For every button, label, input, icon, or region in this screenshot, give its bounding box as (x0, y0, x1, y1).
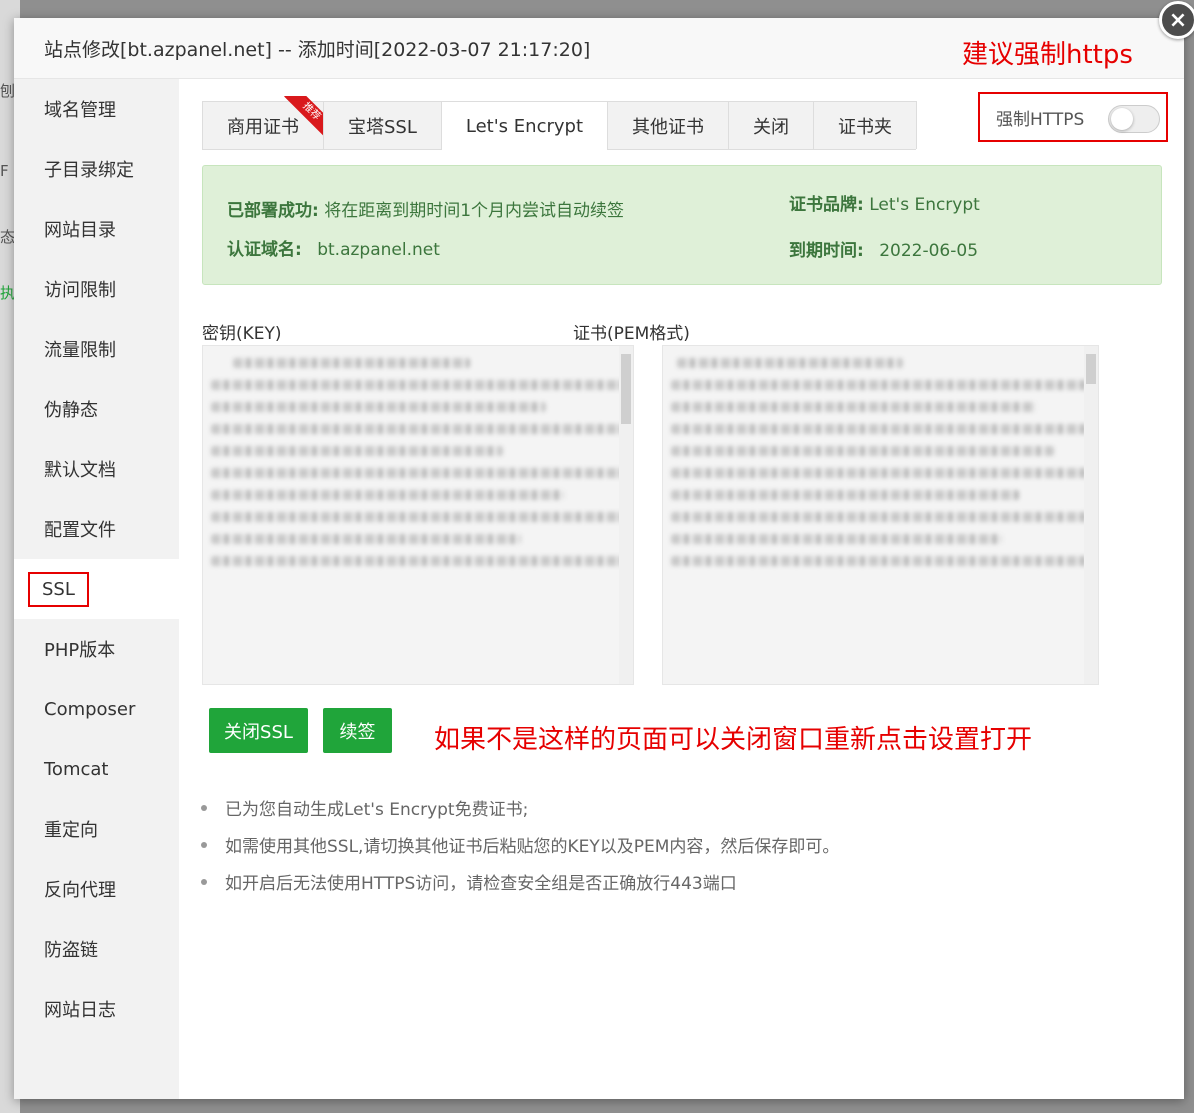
list-item: 如需使用其他SSL,请切换其他证书后粘贴您的KEY以及PEM内容，然后保存即可。 (201, 826, 839, 863)
ssl-content: 商用证书 推荐 宝塔SSL Let's Encrypt 其他证书 关闭 证书夹 … (179, 79, 1184, 1099)
force-https-control: 强制HTTPS (978, 92, 1168, 142)
brand-row: 证书品牌: Let's Encrypt (789, 190, 980, 215)
sidebar-item-ssl[interactable]: SSL (14, 559, 179, 619)
tab-commercial-cert[interactable]: 商用证书 推荐 (202, 96, 327, 149)
deployed-row: 已部署成功: 将在距离到期时间1个月内尝试自动续签 (227, 196, 624, 221)
force-https-toggle[interactable] (1108, 105, 1160, 133)
sidebar-item-php[interactable]: PHP版本 (14, 619, 179, 679)
key-scrollbar[interactable] (619, 346, 633, 684)
tab-lets-encrypt[interactable]: Let's Encrypt (440, 101, 608, 150)
tab-close[interactable]: 关闭 (728, 101, 814, 149)
expire-row: 到期时间: 2022-06-05 (789, 236, 978, 261)
tab-cert-folder[interactable]: 证书夹 (813, 101, 917, 149)
sidebar-item-default-doc[interactable]: 默认文档 (14, 439, 179, 499)
sidebar-item-tomcat[interactable]: Tomcat (14, 739, 179, 799)
brand-label: 证书品牌: (789, 195, 864, 215)
site-settings-modal: 站点修改[bt.azpanel.net] -- 添加时间[2022-03-07 … (14, 18, 1184, 1099)
renew-button[interactable]: 续签 (323, 708, 392, 753)
tab-bt-ssl[interactable]: 宝塔SSL (323, 101, 442, 149)
recommend-badge: 推荐 (283, 96, 327, 140)
brand-value: Let's Encrypt (869, 195, 980, 215)
sidebar-item-site-log[interactable]: 网站日志 (14, 979, 179, 1039)
key-label: 密钥(KEY) (202, 324, 282, 344)
domain-label: 认证域名: (227, 240, 302, 260)
sidebar: 域名管理 子目录绑定 网站目录 访问限制 流量限制 伪静态 默认文档 配置文件 … (14, 79, 179, 1099)
close-icon[interactable]: × (1159, 1, 1194, 39)
list-item: 已为您自动生成Let's Encrypt免费证书; (201, 789, 839, 826)
modal-header: 站点修改[bt.azpanel.net] -- 添加时间[2022-03-07 … (14, 18, 1184, 79)
sidebar-item-config[interactable]: 配置文件 (14, 499, 179, 559)
expire-value: 2022-06-05 (879, 241, 979, 261)
force-https-label: 强制HTTPS (996, 109, 1085, 130)
annotation-force-https: 建议强制https (962, 40, 1133, 70)
sidebar-item-site-dir[interactable]: 网站目录 (14, 199, 179, 259)
sidebar-item-reverse-proxy[interactable]: 反向代理 (14, 859, 179, 919)
sidebar-item-composer[interactable]: Composer (14, 679, 179, 739)
domain-row: 认证域名: bt.azpanel.net (227, 235, 440, 260)
list-item: 如开启后无法使用HTTPS访问，请检查安全组是否正确放行443端口 (201, 863, 839, 900)
sidebar-item-redirect[interactable]: 重定向 (14, 799, 179, 859)
ssl-tabs: 商用证书 推荐 宝塔SSL Let's Encrypt 其他证书 关闭 证书夹 (202, 96, 917, 150)
cert-scrollbar[interactable] (1084, 346, 1098, 684)
close-ssl-button[interactable]: 关闭SSL (209, 708, 308, 753)
cert-label: 证书(PEM格式) (573, 324, 690, 344)
toggle-knob (1111, 108, 1133, 130)
key-textarea[interactable] (202, 345, 634, 685)
sidebar-item-domain[interactable]: 域名管理 (14, 79, 179, 139)
ssl-tips-list: 已为您自动生成Let's Encrypt免费证书; 如需使用其他SSL,请切换其… (201, 789, 839, 900)
sidebar-item-traffic-limit[interactable]: 流量限制 (14, 319, 179, 379)
sidebar-item-access-limit[interactable]: 访问限制 (14, 259, 179, 319)
expire-label: 到期时间: (789, 241, 864, 261)
sidebar-item-subdir[interactable]: 子目录绑定 (14, 139, 179, 199)
modal-title: 站点修改[bt.azpanel.net] -- 添加时间[2022-03-07 … (44, 38, 591, 61)
deployed-label: 已部署成功: (227, 201, 319, 221)
deployed-text: 将在距离到期时间1个月内尝试自动续签 (324, 201, 625, 221)
domain-value: bt.azpanel.net (317, 240, 440, 260)
tab-other-cert[interactable]: 其他证书 (607, 101, 729, 149)
sidebar-item-hotlink[interactable]: 防盗链 (14, 919, 179, 979)
cert-textarea[interactable] (662, 345, 1099, 685)
annotation-reopen: 如果不是这样的页面可以关闭窗口重新点击设置打开 (434, 725, 1033, 755)
ssl-status-panel: 已部署成功: 将在距离到期时间1个月内尝试自动续签 认证域名: bt.azpan… (202, 165, 1162, 285)
sidebar-item-rewrite[interactable]: 伪静态 (14, 379, 179, 439)
